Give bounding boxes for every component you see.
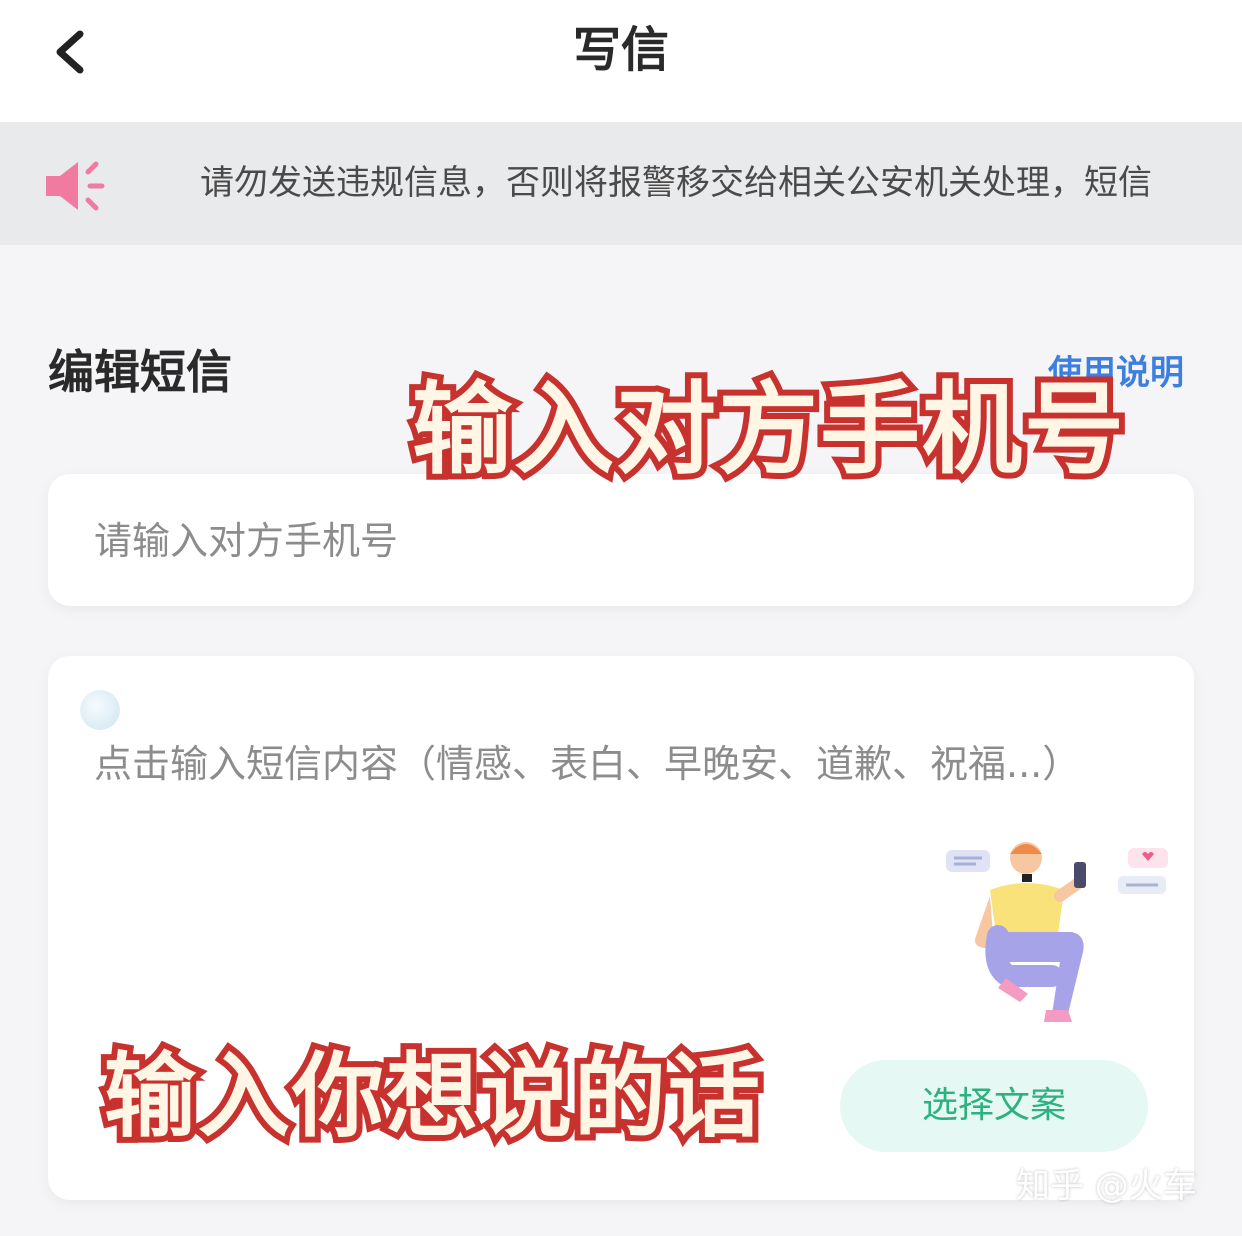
- page-title: 写信: [572, 22, 669, 78]
- speaker-icon: [46, 161, 105, 211]
- notice-text: 请勿发送违规信息，否则将报警移交给相关公安机关处理，短信: [200, 163, 1152, 203]
- bubble-icon: [80, 690, 120, 730]
- section-title: 编辑短信: [48, 345, 232, 399]
- person-with-phone-illustration: [946, 842, 1168, 1022]
- notice-banner: 请勿发送违规信息，否则将报警移交给相关公安机关处理，短信: [0, 122, 1242, 245]
- phone-card: [48, 474, 1194, 606]
- watermark: 知乎 @火车: [1016, 1166, 1197, 1206]
- top-bar: 写信: [0, 0, 1242, 122]
- caption-phone: 输入对方手机号: [406, 365, 1130, 494]
- phone-input[interactable]: [94, 510, 1144, 572]
- caption-content: 输入你想说的话: [98, 1037, 766, 1156]
- choose-copy-button[interactable]: 选择文案: [840, 1060, 1148, 1152]
- content-placeholder[interactable]: 点击输入短信内容（情感、表白、早晚安、道歉、祝福...）: [94, 732, 1104, 796]
